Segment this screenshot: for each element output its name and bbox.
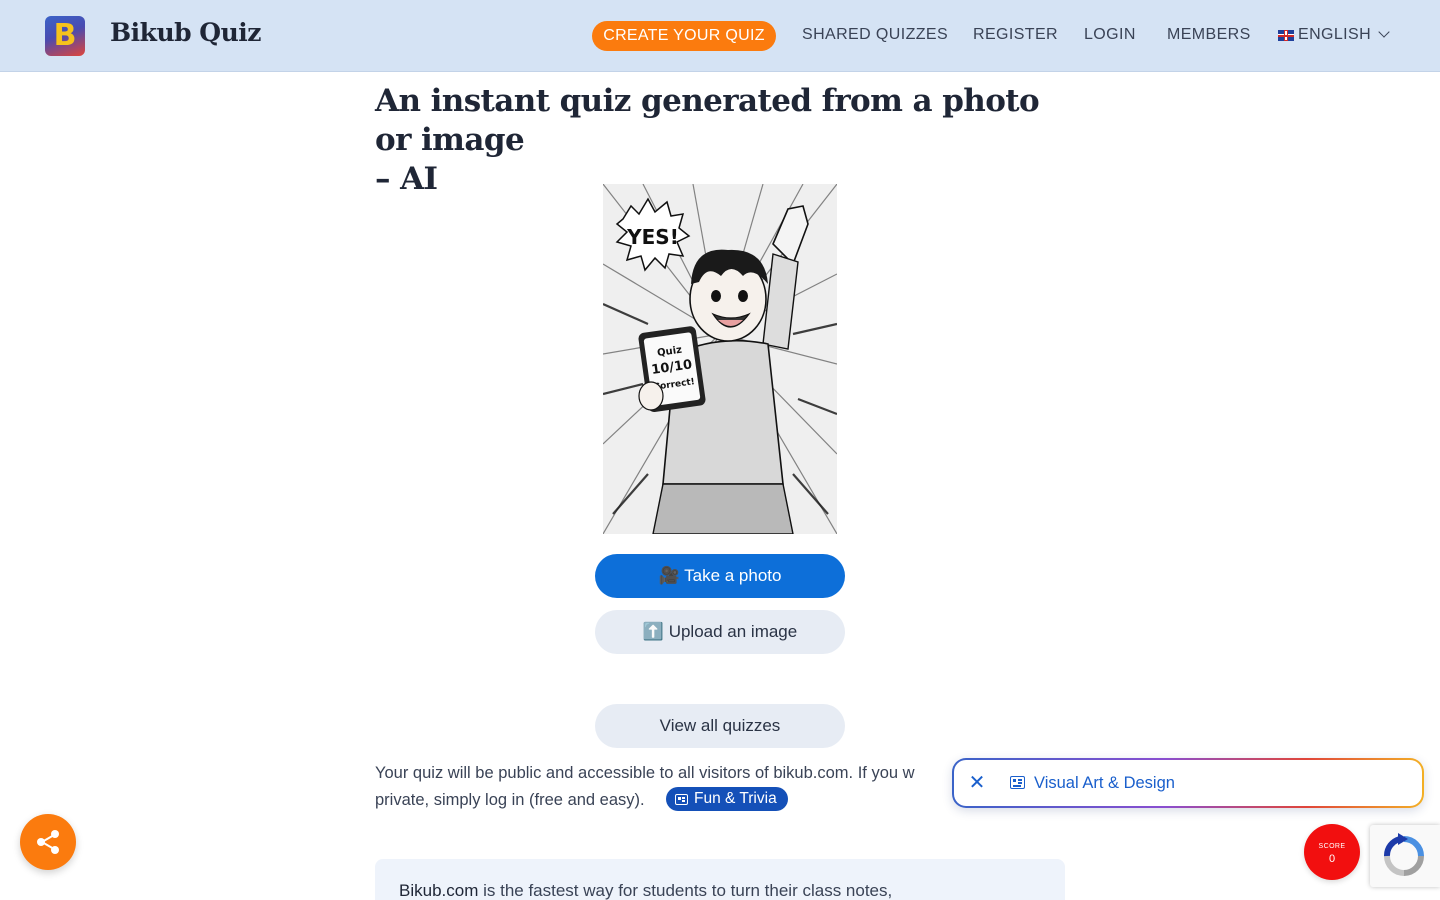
site-header: B Bikub Quiz CREATE YOUR QUIZ SHARED QUI…: [0, 0, 1440, 72]
category-tag-label: Fun & Trivia: [694, 790, 777, 807]
category-tag-fun-trivia[interactable]: Fun & Trivia: [666, 787, 788, 811]
upload-image-button[interactable]: ⬆️ Upload an image: [595, 610, 845, 654]
upload-image-label: Upload an image: [668, 622, 798, 641]
nav-login[interactable]: LOGIN: [1084, 26, 1136, 44]
info-text: Bikub.com is the fastest way for student…: [399, 881, 892, 900]
speech-bubble-text: YES!: [626, 225, 679, 249]
manga-boy-illustration: YES! Quiz 10/10 Correct!: [603, 184, 837, 534]
page-title-line2: – AI: [375, 161, 438, 197]
info-description: is the fastest way for students to turn …: [478, 881, 893, 900]
chevron-down-icon[interactable]: [1378, 26, 1390, 38]
nav-register[interactable]: REGISTER: [973, 26, 1058, 44]
logo-letter: B: [53, 18, 77, 53]
nav-shared-quizzes[interactable]: SHARED QUIZZES: [802, 26, 948, 44]
uk-flag-icon-cross: [1278, 34, 1294, 37]
share-icon: [37, 830, 59, 854]
category-popup-inner: ✕ Visual Art & Design: [954, 760, 1422, 806]
create-quiz-button[interactable]: CREATE YOUR QUIZ: [592, 21, 776, 51]
info-site-name: Bikub.com: [399, 881, 479, 900]
category-popup-label[interactable]: Visual Art & Design: [1034, 774, 1175, 793]
share-button[interactable]: [20, 814, 76, 870]
nav-members[interactable]: MEMBERS: [1167, 26, 1251, 44]
page-title-line1: An instant quiz generated from a photo o…: [375, 83, 1040, 158]
close-icon[interactable]: ✕: [967, 773, 987, 793]
recaptcha-badge[interactable]: [1370, 825, 1440, 887]
page-title: An instant quiz generated from a photo o…: [375, 82, 1075, 199]
score-value: 0: [1328, 853, 1336, 865]
recaptcha-icon: [1384, 833, 1424, 876]
view-all-quizzes-button[interactable]: View all quizzes: [595, 704, 845, 748]
camera-icon: 🎥: [658, 566, 680, 585]
newspaper-icon: [675, 794, 688, 805]
upload-icon: ⬆️: [642, 622, 664, 641]
hero-illustration: YES! Quiz 10/10 Correct!: [603, 184, 837, 534]
category-popup: ✕ Visual Art & Design: [952, 758, 1424, 808]
logo-icon[interactable]: B: [45, 16, 85, 56]
take-photo-button[interactable]: 🎥 Take a photo: [595, 554, 845, 598]
brand-name[interactable]: Bikub Quiz: [110, 18, 261, 47]
score-badge[interactable]: SCORE 0: [1304, 824, 1360, 880]
info-box: Bikub.com is the fastest way for student…: [375, 859, 1065, 900]
newspaper-icon: [1010, 776, 1025, 789]
language-selector[interactable]: ENGLISH: [1298, 26, 1371, 44]
take-photo-label: Take a photo: [684, 566, 782, 585]
score-label: SCORE: [1318, 843, 1346, 850]
